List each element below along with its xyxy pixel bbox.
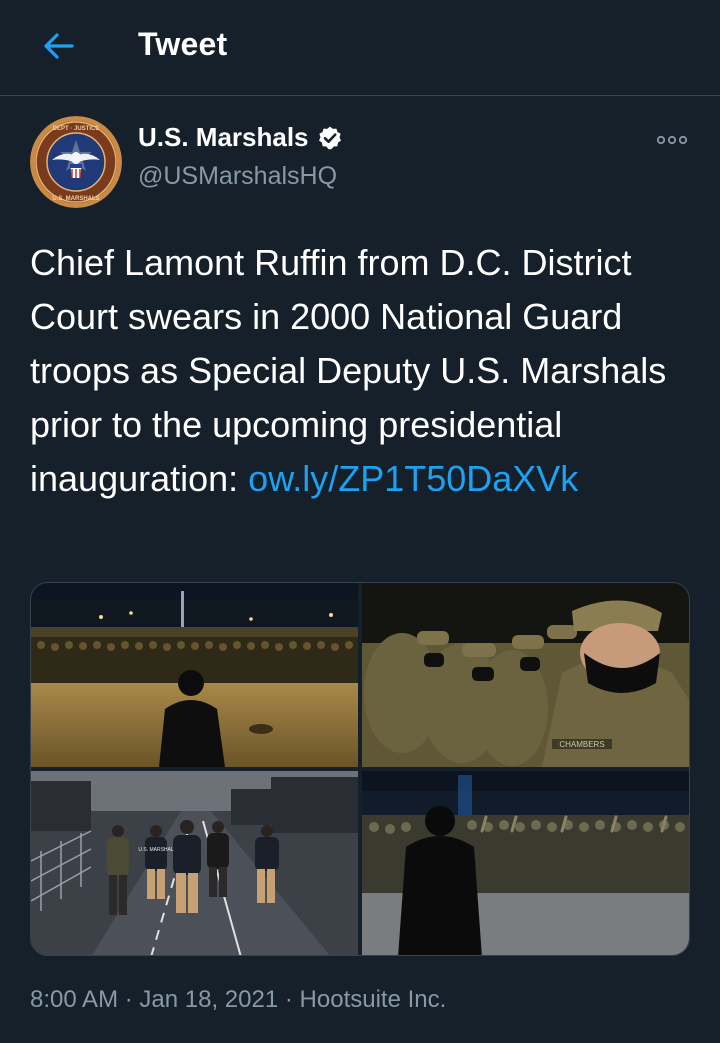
photo-troops-night-street: [31, 583, 358, 767]
tweet-link[interactable]: ow.ly/ZP1T50DaXVk: [248, 458, 578, 499]
tweet-time: 8:00 AM: [30, 986, 119, 1013]
back-button[interactable]: [36, 26, 80, 66]
author-display-name[interactable]: U.S. Marshals: [138, 122, 309, 153]
top-bar: Tweet: [0, 0, 720, 96]
verified-badge-icon: [318, 126, 341, 149]
us-marshals-seal-icon: DEPT · JUSTICE U.S. MARSHALS: [30, 116, 122, 208]
tweet-date: Jan 18, 2021: [139, 986, 279, 1013]
photo-nametape: CHAMBERS: [559, 740, 604, 749]
photo-4[interactable]: [362, 771, 689, 955]
tweet-source[interactable]: Hootsuite Inc.: [300, 986, 447, 1013]
tweet-text: Chief Lamont Ruffin from D.C. District C…: [30, 236, 700, 506]
media-grid: CHAMBERS U.S. MARSHAL: [30, 582, 690, 956]
meta-separator-2: ·: [284, 986, 293, 1013]
tweet-meta: 8:00 AM · Jan 18, 2021 · Hootsuite Inc.: [30, 986, 446, 1014]
svg-text:DEPT · JUSTICE: DEPT · JUSTICE: [53, 126, 100, 132]
photo-3[interactable]: U.S. MARSHAL: [31, 771, 358, 955]
photo-marshals-walking-street: U.S. MARSHAL: [31, 771, 358, 955]
avatar[interactable]: DEPT · JUSTICE U.S. MARSHALS: [30, 116, 122, 208]
photo-soldiers-masked-closeup: CHAMBERS: [362, 583, 689, 767]
page-title: Tweet: [138, 26, 228, 62]
photo-jacket-text: U.S. MARSHAL: [138, 847, 174, 853]
arrow-left-icon: [44, 33, 74, 59]
photo-1[interactable]: [31, 583, 358, 767]
author-handle[interactable]: @USMarshalsHQ: [138, 162, 337, 191]
more-dots-icon: [656, 135, 688, 145]
photo-2[interactable]: CHAMBERS: [362, 583, 689, 767]
author-name-row[interactable]: U.S. Marshals: [138, 122, 343, 153]
svg-text:U.S. MARSHALS: U.S. MARSHALS: [52, 196, 99, 202]
photo-troops-swearing-in: [362, 771, 689, 955]
more-options-button[interactable]: [652, 128, 692, 152]
meta-separator: ·: [124, 986, 133, 1013]
